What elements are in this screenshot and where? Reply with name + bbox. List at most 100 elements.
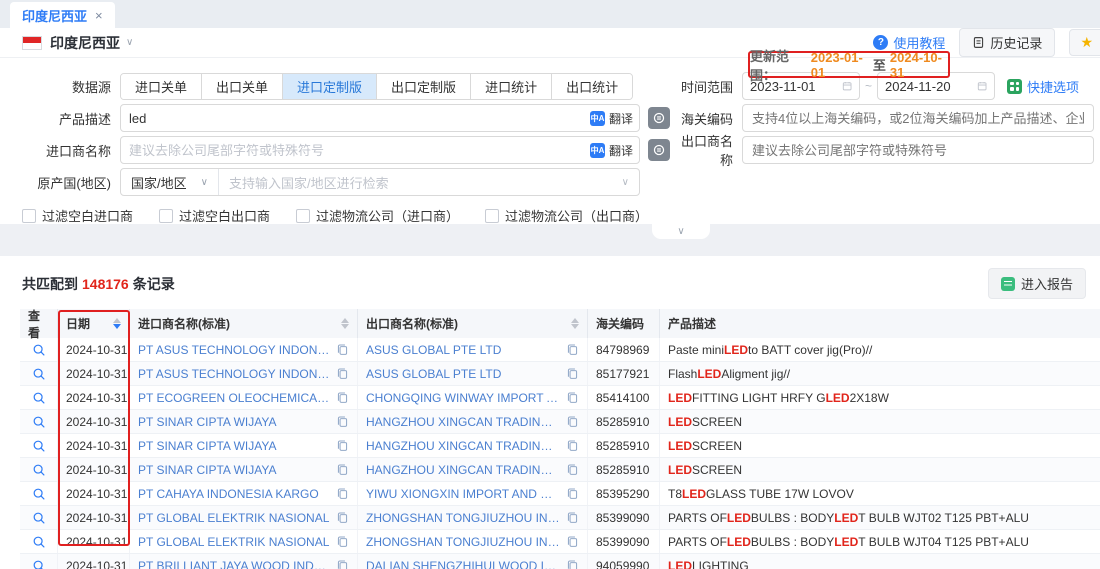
table-row[interactable]: 2024-10-31PT ASUS TECHNOLOGY INDONESIA B… (20, 338, 1100, 362)
importer-input[interactable] (121, 137, 639, 163)
translate-button[interactable]: 中A 翻译 (590, 105, 633, 131)
history-button[interactable]: 历史记录 (959, 28, 1055, 57)
copy-button[interactable] (566, 367, 579, 380)
table-row[interactable]: 2024-10-31PT CAHAYA INDONESIA KARGOYIWU … (20, 482, 1100, 506)
copy-button[interactable] (566, 559, 579, 569)
importer-link[interactable]: PT BRILLIANT JAYA WOOD INDUSTRY (138, 559, 330, 569)
view-detail-button[interactable] (20, 506, 58, 529)
copy-button[interactable] (566, 487, 579, 500)
exporter-link[interactable]: HANGZHOU XINGCAN TRADING CO LTD (366, 439, 560, 453)
data-source-option-进口统计[interactable]: 进口统计 (471, 74, 552, 99)
copy-button[interactable] (566, 463, 579, 476)
exporter-link[interactable]: DALIAN SHENGZHIHUI WOOD INDUST... (366, 559, 560, 569)
copy-button[interactable] (566, 535, 579, 548)
exporter-link[interactable]: HANGZHOU XINGCAN TRADING CO LTD (366, 415, 560, 429)
view-detail-button[interactable] (20, 554, 58, 569)
view-detail-button[interactable] (20, 530, 58, 553)
tab-indonesia[interactable]: 印度尼西亚 × (10, 2, 115, 28)
exact-match-toggle[interactable] (648, 139, 670, 161)
filter-checkbox-1[interactable]: 过滤空白出口商 (159, 206, 270, 225)
end-date-input[interactable] (877, 72, 995, 100)
copy-button[interactable] (336, 415, 349, 428)
chevron-down-icon[interactable]: ∨ (126, 37, 133, 48)
exporter-link[interactable]: CHONGQING WINWAY IMPORT AND E... (366, 391, 560, 405)
copy-button[interactable] (566, 511, 579, 524)
exporter-link[interactable]: ASUS GLOBAL PTE LTD (366, 343, 560, 357)
sort-carets-icon[interactable] (113, 318, 121, 329)
enter-report-button[interactable]: 进入报告 (988, 268, 1086, 299)
importer-link[interactable]: PT CAHAYA INDONESIA KARGO (138, 487, 330, 501)
exporter-link[interactable]: HANGZHOU XINGCAN TRADING CO LTD (366, 463, 560, 477)
exporter-input[interactable] (743, 143, 1093, 158)
importer-link[interactable]: PT ASUS TECHNOLOGY INDONESIA BA... (138, 367, 330, 381)
copy-button[interactable] (336, 439, 349, 452)
importer-link[interactable]: PT SINAR CIPTA WIJAYA (138, 463, 330, 477)
view-detail-button[interactable] (20, 410, 58, 433)
tutorial-link[interactable]: ? 使用教程 (873, 33, 945, 52)
data-source-option-进口定制版[interactable]: 进口定制版 (283, 74, 377, 99)
chevron-down-icon[interactable]: ∨ (612, 177, 639, 188)
exact-match-toggle[interactable] (648, 107, 670, 129)
quick-options-link[interactable]: 快捷选项 (1007, 77, 1079, 96)
copy-button[interactable] (566, 391, 579, 404)
translate-button[interactable]: 中A 翻译 (590, 137, 633, 163)
copy-button[interactable] (566, 415, 579, 428)
origin-type-select[interactable]: 国家/地区 ∨ (121, 169, 219, 195)
table-row[interactable]: 2024-10-31PT GLOBAL ELEKTRIK NASIONALZHO… (20, 506, 1100, 530)
checkbox-icon[interactable] (485, 209, 499, 223)
data-source-option-出口定制版[interactable]: 出口定制版 (377, 74, 471, 99)
exporter-link[interactable]: YIWU XIONGXIN IMPORT AND EXPORT... (366, 487, 560, 501)
data-source-option-出口统计[interactable]: 出口统计 (552, 74, 632, 99)
origin-search-input[interactable]: 支持输入国家/地区进行检索 (219, 173, 612, 192)
filter-checkbox-3[interactable]: 过滤物流公司（出口商） (485, 206, 648, 225)
table-row[interactable]: 2024-10-31PT SINAR CIPTA WIJAYAHANGZHOU … (20, 410, 1100, 434)
copy-button[interactable] (336, 343, 349, 356)
copy-button[interactable] (336, 535, 349, 548)
sort-carets-icon[interactable] (341, 318, 349, 329)
copy-button[interactable] (566, 343, 579, 356)
importer-link[interactable]: PT SINAR CIPTA WIJAYA (138, 439, 330, 453)
importer-link[interactable]: PT GLOBAL ELEKTRIK NASIONAL (138, 535, 330, 549)
hs-code-input[interactable] (743, 111, 1093, 126)
importer-link[interactable]: PT ECOGREEN OLEOCHEMICALS (138, 391, 330, 405)
importer-link[interactable]: PT ASUS TECHNOLOGY INDONESIA BA... (138, 343, 330, 357)
collapse-form-button[interactable]: ∨ (652, 224, 710, 239)
importer-link[interactable]: PT GLOBAL ELEKTRIK NASIONAL (138, 511, 330, 525)
importer-link[interactable]: PT SINAR CIPTA WIJAYA (138, 415, 330, 429)
exporter-link[interactable]: ASUS GLOBAL PTE LTD (366, 367, 560, 381)
checkbox-icon[interactable] (22, 209, 36, 223)
exporter-link[interactable]: ZHONGSHAN TONGJIUZHOU INTERNA... (366, 511, 560, 525)
column-header[interactable]: 出口商名称(标准) (358, 309, 588, 338)
sort-carets-icon[interactable] (571, 318, 579, 329)
copy-button[interactable] (336, 559, 349, 569)
table-row[interactable]: 2024-10-31PT SINAR CIPTA WIJAYAHANGZHOU … (20, 458, 1100, 482)
view-detail-button[interactable] (20, 434, 58, 457)
filter-checkbox-2[interactable]: 过滤物流公司（进口商） (296, 206, 459, 225)
view-detail-button[interactable] (20, 482, 58, 505)
copy-button[interactable] (336, 487, 349, 500)
table-row[interactable]: 2024-10-31PT ASUS TECHNOLOGY INDONESIA B… (20, 362, 1100, 386)
view-detail-button[interactable] (20, 458, 58, 481)
copy-button[interactable] (336, 391, 349, 404)
favorite-button[interactable]: ★ (1069, 29, 1100, 56)
table-row[interactable]: 2024-10-31PT ECOGREEN OLEOCHEMICALSCHONG… (20, 386, 1100, 410)
checkbox-icon[interactable] (159, 209, 173, 223)
exporter-link[interactable]: ZHONGSHAN TONGJIUZHOU INTERNA... (366, 535, 560, 549)
copy-button[interactable] (566, 439, 579, 452)
table-row[interactable]: 2024-10-31PT SINAR CIPTA WIJAYAHANGZHOU … (20, 434, 1100, 458)
column-header[interactable]: 进口商名称(标准) (130, 309, 358, 338)
data-source-option-出口关单[interactable]: 出口关单 (202, 74, 283, 99)
start-date-input[interactable] (742, 72, 860, 100)
view-detail-button[interactable] (20, 362, 58, 385)
column-header[interactable]: 日期 (58, 309, 130, 338)
table-row[interactable]: 2024-10-31PT BRILLIANT JAYA WOOD INDUSTR… (20, 554, 1100, 569)
checkbox-icon[interactable] (296, 209, 310, 223)
copy-button[interactable] (336, 367, 349, 380)
view-detail-button[interactable] (20, 338, 58, 361)
filter-checkbox-0[interactable]: 过滤空白进口商 (22, 206, 133, 225)
table-row[interactable]: 2024-10-31PT GLOBAL ELEKTRIK NASIONALZHO… (20, 530, 1100, 554)
data-source-option-进口关单[interactable]: 进口关单 (121, 74, 202, 99)
product-desc-input[interactable] (121, 105, 639, 131)
close-icon[interactable]: × (95, 8, 103, 23)
copy-button[interactable] (336, 463, 349, 476)
